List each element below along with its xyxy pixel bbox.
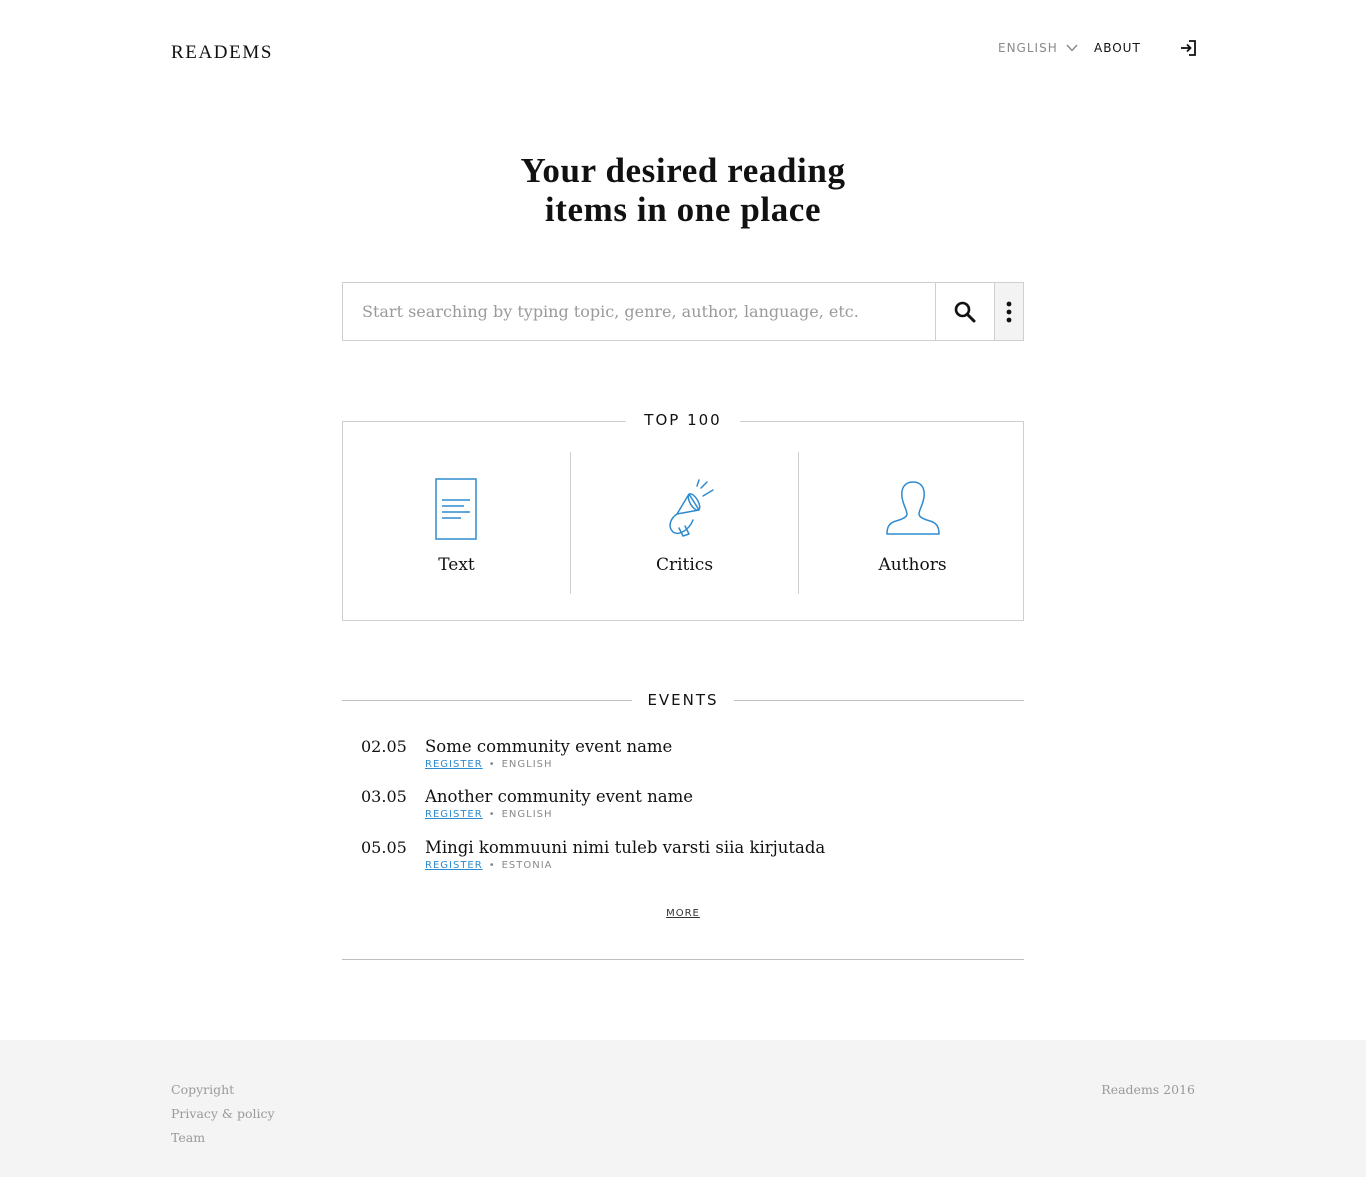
top100-critics-label: Critics <box>655 555 714 575</box>
divider <box>734 700 1024 701</box>
search-button[interactable] <box>935 283 994 340</box>
event-language: ESTONIA <box>501 860 553 871</box>
event-language: ENGLISH <box>501 759 553 770</box>
event-date: 03.05 <box>361 787 407 806</box>
event-meta: REGISTER • ENGLISH <box>425 809 553 820</box>
divider <box>342 700 632 701</box>
register-link[interactable]: REGISTER <box>425 759 483 770</box>
person-icon <box>885 481 940 535</box>
register-link[interactable]: REGISTER <box>425 860 483 871</box>
event-meta: REGISTER • ESTONIA <box>425 860 553 871</box>
top100-panel: Text Critics Authors <box>342 421 1024 621</box>
top100-authors-label: Authors <box>878 555 947 575</box>
more-options-button[interactable] <box>994 283 1023 340</box>
about-link[interactable]: ABOUT <box>1094 41 1141 55</box>
top100-text[interactable]: Text <box>343 452 570 594</box>
register-link[interactable]: REGISTER <box>425 809 483 820</box>
event-meta: REGISTER • ENGLISH <box>425 759 553 770</box>
language-label: ENGLISH <box>998 41 1058 55</box>
more-events-link[interactable]: MORE <box>642 908 724 919</box>
logo[interactable]: READEMS <box>171 42 273 64</box>
top100-text-label: Text <box>438 555 475 575</box>
footer-link-privacy[interactable]: Privacy & policy <box>171 1102 275 1126</box>
event-name[interactable]: Some community event name <box>425 737 672 756</box>
separator-dot: • <box>488 860 496 871</box>
events-header: EVENTS <box>342 688 1024 712</box>
search-bar <box>342 282 1024 341</box>
search-icon <box>954 301 976 322</box>
event-language: ENGLISH <box>501 809 553 820</box>
divider <box>342 959 1024 960</box>
chevron-down-icon <box>1066 44 1078 52</box>
top100-authors[interactable]: Authors <box>799 452 1026 594</box>
search-input[interactable] <box>343 283 935 340</box>
title-line-2: items in one place <box>544 190 822 229</box>
footer: Copyright Privacy & policy Team Readems … <box>0 1040 1366 1177</box>
vertical-dots-icon <box>1006 301 1012 322</box>
document-icon <box>434 478 477 540</box>
event-name[interactable]: Another community event name <box>425 787 693 806</box>
separator-dot: • <box>488 759 496 770</box>
language-selector[interactable]: ENGLISH <box>998 41 1078 55</box>
event-name[interactable]: Mingi kommuuni nimi tuleb varsti siia ki… <box>425 838 825 857</box>
event-item: 05.05 Mingi kommuuni nimi tuleb varsti s… <box>361 838 1021 878</box>
megaphone-icon <box>668 479 714 537</box>
event-item: 03.05 Another community event name REGIS… <box>361 787 1021 827</box>
top100-critics[interactable]: Critics <box>571 452 798 594</box>
page-title: Your desired reading items in one place <box>383 151 983 229</box>
separator-dot: • <box>488 809 496 820</box>
footer-links: Copyright Privacy & policy Team <box>171 1078 275 1150</box>
footer-link-copyright[interactable]: Copyright <box>171 1078 275 1102</box>
title-line-1: Your desired reading <box>520 151 846 190</box>
event-date: 02.05 <box>361 737 407 756</box>
header: READEMS ENGLISH ABOUT <box>0 0 1366 100</box>
footer-copyright: Readems 2016 <box>1101 1082 1195 1097</box>
events-title: EVENTS <box>647 691 719 709</box>
event-date: 05.05 <box>361 838 407 857</box>
login-icon[interactable] <box>1179 39 1197 57</box>
top100-title: TOP 100 <box>626 411 740 429</box>
event-item: 02.05 Some community event name REGISTER… <box>361 737 1021 777</box>
footer-link-team[interactable]: Team <box>171 1126 275 1150</box>
